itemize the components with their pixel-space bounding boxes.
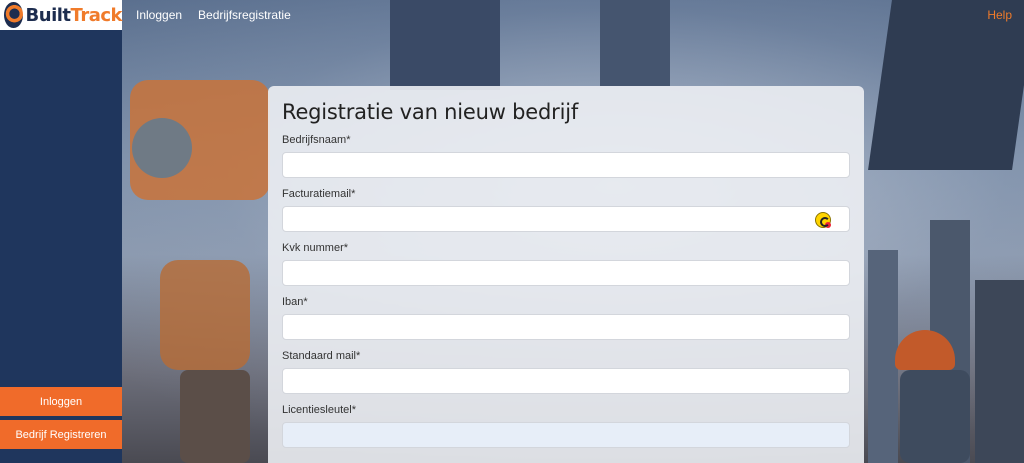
brand-logo-link[interactable]: BuiltTrack	[0, 0, 123, 30]
company-name-input[interactable]	[282, 152, 850, 178]
sidebar-login-button[interactable]: Inloggen	[0, 387, 122, 416]
brand-name: BuiltTrack	[25, 4, 123, 26]
top-navbar: BuiltTrack Inloggen Bedrijfsregistratie …	[0, 0, 1024, 30]
iban-input[interactable]	[282, 314, 850, 340]
license-key-input[interactable]	[282, 422, 850, 448]
nav-links: Inloggen Bedrijfsregistratie	[122, 8, 291, 22]
password-manager-icon[interactable]	[815, 212, 831, 228]
field-default-email: Standaard mail*	[282, 350, 850, 394]
sidebar: Inloggen Bedrijf Registreren	[0, 30, 122, 463]
default-email-label: Standaard mail*	[282, 350, 361, 362]
brand-name-part2: Track	[70, 4, 123, 26]
field-iban: Iban*	[282, 296, 850, 340]
sidebar-register-company-button[interactable]: Bedrijf Registreren	[0, 420, 122, 449]
company-name-label: Bedrijfsnaam*	[282, 134, 351, 146]
field-billing-email: Facturatiemail*	[282, 188, 850, 232]
field-kvk-number: Kvk nummer*	[282, 242, 850, 286]
field-license-key: Licentiesleutel*	[282, 404, 850, 448]
nav-link-bedrijfsregistratie[interactable]: Bedrijfsregistratie	[198, 8, 291, 22]
builttrack-logo-icon	[4, 2, 23, 28]
iban-label: Iban*	[282, 296, 308, 308]
nav-link-help[interactable]: Help	[987, 8, 1012, 22]
default-email-input[interactable]	[282, 368, 850, 394]
field-company-name: Bedrijfsnaam*	[282, 134, 850, 178]
registration-form-card: Registratie van nieuw bedrijf Bedrijfsna…	[268, 86, 864, 463]
license-key-label: Licentiesleutel*	[282, 404, 356, 416]
kvk-number-label: Kvk nummer*	[282, 242, 349, 254]
billing-email-input[interactable]	[282, 206, 850, 232]
page-title: Registratie van nieuw bedrijf	[282, 100, 579, 124]
nav-link-inloggen[interactable]: Inloggen	[136, 8, 182, 22]
billing-email-label: Facturatiemail*	[282, 188, 356, 200]
brand-name-part1: Built	[25, 4, 71, 26]
kvk-number-input[interactable]	[282, 260, 850, 286]
